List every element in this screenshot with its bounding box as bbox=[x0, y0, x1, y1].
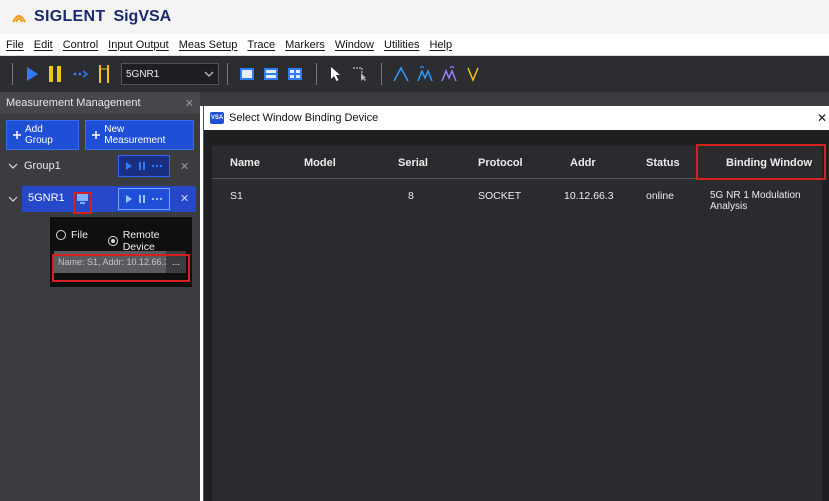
measurement-management-panel: Measurement Management ✕ Add Group New M… bbox=[0, 92, 200, 501]
panel-title: Measurement Management bbox=[6, 97, 141, 109]
column-header-status[interactable]: Status bbox=[646, 157, 680, 169]
menu-help[interactable]: Help bbox=[429, 39, 452, 51]
measurement-select[interactable]: 5GNR1 bbox=[121, 63, 219, 85]
new-measurement-icon bbox=[92, 131, 101, 139]
chevron-down-icon bbox=[204, 71, 214, 77]
menu-markers[interactable]: Markers bbox=[285, 39, 325, 51]
column-header-addr[interactable]: Addr bbox=[570, 157, 596, 169]
file-radio[interactable] bbox=[56, 230, 66, 240]
pause-icon[interactable] bbox=[138, 194, 146, 204]
menu-input-output[interactable]: Input Output bbox=[108, 39, 169, 51]
brand-name: SIGLENT bbox=[34, 8, 106, 25]
cursor-icon[interactable] bbox=[325, 63, 347, 85]
dialog-body: Name Model Serial Protocol Addr Status B… bbox=[204, 130, 829, 501]
group-run-controls bbox=[118, 155, 170, 177]
cell-name: S1 bbox=[230, 190, 243, 202]
peak-marker-icon[interactable] bbox=[414, 63, 436, 85]
file-option-label: File bbox=[71, 229, 88, 241]
remote-device-option-label: Remote Device bbox=[122, 229, 160, 253]
segment-icon[interactable] bbox=[93, 63, 115, 85]
measurement-run-controls bbox=[118, 188, 170, 210]
vsa-app-icon: VSA bbox=[210, 112, 224, 124]
column-header-serial[interactable]: Serial bbox=[398, 157, 428, 169]
toolbar-separator bbox=[316, 63, 317, 85]
add-group-button[interactable]: Add Group bbox=[6, 120, 80, 150]
toolbar: 5GNR1 bbox=[0, 56, 829, 92]
toolbar-separator bbox=[12, 63, 13, 85]
panel-actions: Add Group New Measurement bbox=[0, 114, 200, 156]
menu-utilities[interactable]: Utilities bbox=[384, 39, 419, 51]
continuous-icon[interactable] bbox=[151, 196, 163, 202]
remote-device-radio[interactable] bbox=[108, 236, 118, 246]
close-icon[interactable]: ✕ bbox=[180, 192, 189, 205]
menu-file[interactable]: File bbox=[6, 39, 24, 51]
layout-grid-icon[interactable] bbox=[284, 63, 306, 85]
pause-icon[interactable] bbox=[45, 63, 67, 85]
menu-trace[interactable]: Trace bbox=[247, 39, 275, 51]
new-measurement-button[interactable]: New Measurement bbox=[85, 120, 194, 150]
siglent-logo-icon bbox=[12, 15, 26, 23]
menu-bar: File Edit Control Input Output Meas Setu… bbox=[0, 34, 829, 56]
title-bar: SIGLENT SigVSA bbox=[0, 0, 829, 34]
cell-protocol: SOCKET bbox=[478, 190, 522, 202]
dialog-title-bar: VSA Select Window Binding Device ✕ bbox=[204, 106, 829, 130]
measurement-label: 5GNR1 bbox=[28, 192, 65, 204]
toolbar-separator bbox=[227, 63, 228, 85]
close-icon[interactable]: ✕ bbox=[185, 97, 194, 110]
device-table: Name Model Serial Protocol Addr Status B… bbox=[212, 146, 822, 501]
close-icon[interactable]: ✕ bbox=[817, 111, 827, 125]
group-row[interactable]: Group1 ✕ bbox=[0, 152, 200, 180]
file-option[interactable]: File bbox=[56, 229, 88, 241]
layout-split-icon[interactable] bbox=[260, 63, 282, 85]
cell-serial: 8 bbox=[408, 190, 414, 202]
toolbar-separator bbox=[381, 63, 382, 85]
highlight-device-field bbox=[52, 254, 190, 282]
play-icon[interactable] bbox=[21, 63, 43, 85]
cell-status: online bbox=[646, 190, 675, 202]
measurement-select-value: 5GNR1 bbox=[126, 68, 160, 80]
chevron-down-icon[interactable] bbox=[8, 162, 18, 170]
close-icon[interactable]: ✕ bbox=[180, 160, 189, 173]
cell-binding-window[interactable]: 5G NR 1 Modulation Analysis bbox=[710, 190, 822, 212]
menu-meas-setup[interactable]: Meas Setup bbox=[179, 39, 238, 51]
dialog-title: Select Window Binding Device bbox=[229, 112, 379, 124]
app-name: SigVSA bbox=[113, 8, 172, 25]
table-row[interactable]: S1 8 SOCKET 10.12.66.3 online 5G NR 1 Mo… bbox=[212, 182, 822, 212]
panel-header: Measurement Management ✕ bbox=[0, 92, 200, 114]
new-measurement-label: New Measurement bbox=[104, 124, 166, 146]
zoom-select-icon[interactable] bbox=[349, 63, 371, 85]
chevron-down-icon[interactable] bbox=[8, 195, 18, 203]
column-header-model[interactable]: Model bbox=[304, 157, 336, 169]
menu-control[interactable]: Control bbox=[63, 39, 98, 51]
continuous-icon[interactable] bbox=[151, 163, 163, 169]
marker-icon[interactable] bbox=[390, 63, 412, 85]
highlight-binding-window bbox=[696, 144, 826, 180]
column-header-name[interactable]: Name bbox=[230, 157, 260, 169]
menu-window[interactable]: Window bbox=[335, 39, 374, 51]
pause-icon[interactable] bbox=[138, 161, 146, 171]
group-label: Group1 bbox=[24, 160, 61, 172]
play-icon[interactable] bbox=[125, 161, 133, 171]
measurement-row[interactable]: 5GNR1 ✕ bbox=[0, 186, 200, 212]
add-group-label: Add Group bbox=[24, 124, 53, 146]
highlight-remote-icon bbox=[73, 192, 92, 214]
continuous-icon[interactable] bbox=[69, 63, 91, 85]
menu-edit[interactable]: Edit bbox=[34, 39, 53, 51]
window-tab-strip bbox=[200, 92, 829, 106]
play-icon[interactable] bbox=[125, 194, 133, 204]
column-header-protocol[interactable]: Protocol bbox=[478, 157, 523, 169]
layout-single-icon[interactable] bbox=[236, 63, 258, 85]
delta-marker-icon[interactable] bbox=[462, 63, 484, 85]
multi-marker-icon[interactable] bbox=[438, 63, 460, 85]
cell-addr: 10.12.66.3 bbox=[564, 190, 614, 202]
add-group-icon bbox=[12, 131, 21, 139]
remote-device-option[interactable]: Remote Device bbox=[108, 229, 192, 253]
